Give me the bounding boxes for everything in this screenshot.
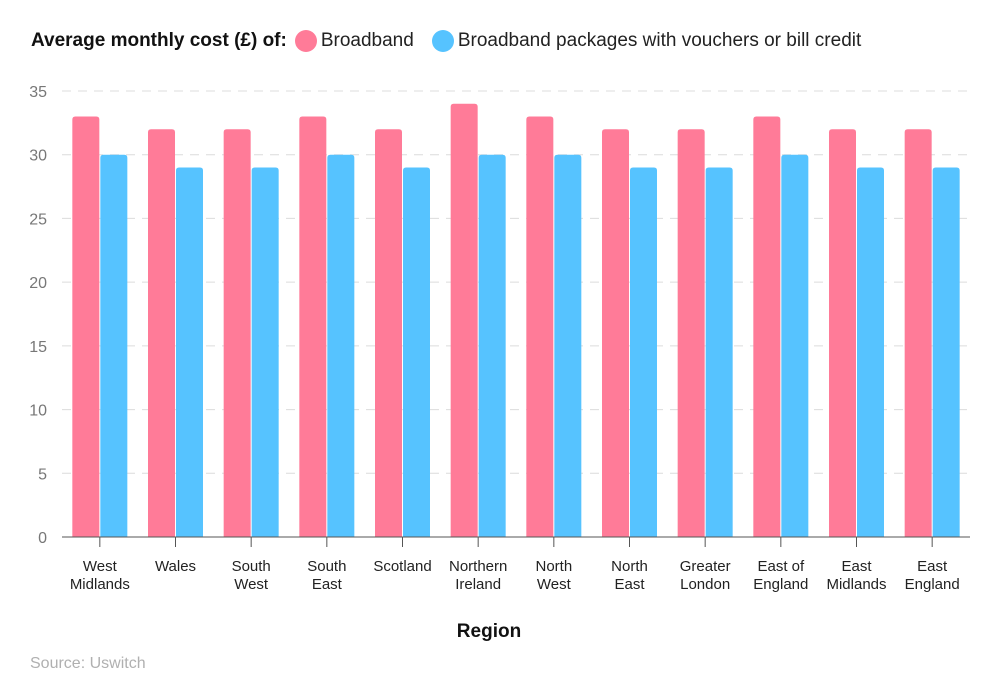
bar-broadband[interactable]	[753, 116, 781, 537]
y-axis-ticks: 0 5 10 15 20 25 30 35	[29, 84, 47, 547]
bar-broadband[interactable]	[375, 129, 402, 537]
bars	[72, 103, 960, 537]
y-tick-label: 10	[29, 403, 47, 420]
bar-vouchers[interactable]	[100, 154, 128, 537]
bar-vouchers[interactable]	[327, 154, 355, 537]
bar-broadband[interactable]	[223, 129, 251, 537]
y-tick-label: 30	[29, 148, 47, 165]
y-tick-label: 0	[38, 530, 47, 547]
x-tick-label: South West	[232, 558, 271, 593]
bar-broadband[interactable]	[829, 129, 856, 537]
y-tick-label: 35	[29, 84, 47, 101]
x-tick-label-line: London	[680, 576, 730, 593]
bar-broadband[interactable]	[526, 116, 554, 537]
bar-vouchers[interactable]	[176, 167, 203, 537]
x-tick-label-line: West	[83, 558, 118, 575]
x-tick-label-line: East	[614, 576, 645, 593]
bar-broadband[interactable]	[904, 129, 932, 537]
x-tick-label-line: North	[611, 558, 648, 575]
bar-vouchers[interactable]	[705, 167, 733, 537]
bar-vouchers[interactable]	[857, 167, 884, 537]
x-axis-title: Region	[457, 621, 521, 642]
x-tick-label: East England	[905, 558, 960, 593]
x-tick-label: Scotland	[373, 558, 431, 575]
x-tick-label-line: Midlands	[70, 576, 130, 593]
x-tick-label: South East	[307, 558, 346, 593]
x-tick-label: West Midlands	[70, 558, 130, 593]
x-tick-label-line: Northern	[449, 558, 507, 575]
source-note: Source: Uswitch	[30, 655, 146, 672]
bar-vouchers[interactable]	[251, 167, 279, 537]
x-tick-label-line: Scotland	[373, 558, 431, 575]
x-tick-label-line: South	[232, 558, 271, 575]
bar-vouchers[interactable]	[478, 154, 506, 537]
bar-vouchers[interactable]	[932, 167, 960, 537]
bar-vouchers[interactable]	[781, 154, 809, 537]
x-tick-label-line: Wales	[155, 558, 196, 575]
bar-chart: 05101520253035 West MidlandsWales South Wes…	[29, 84, 970, 642]
bar-vouchers[interactable]	[403, 167, 430, 537]
y-tick-label: 5	[38, 466, 47, 483]
bar-broadband[interactable]	[677, 129, 705, 537]
x-tick-label-line: East	[841, 558, 872, 575]
x-tick-label-line: Greater	[680, 558, 731, 575]
bar-broadband[interactable]	[148, 129, 175, 537]
x-axis: West MidlandsWales South WestSouth EastScotl…	[62, 536, 970, 593]
x-tick-label-line: East	[917, 558, 948, 575]
y-tick-label: 15	[29, 339, 47, 356]
x-tick-label-line: South	[307, 558, 346, 575]
y-tick-label: 25	[29, 211, 47, 228]
x-tick-label-line: West	[537, 576, 572, 593]
bar-vouchers[interactable]	[554, 154, 582, 537]
x-tick-label-line: East of	[757, 558, 805, 575]
x-tick-label-line: Ireland	[455, 576, 501, 593]
x-tick-label-line: England	[905, 576, 960, 593]
bar-vouchers[interactable]	[630, 167, 657, 537]
x-tick-label: Northern Ireland	[449, 558, 507, 593]
bar-broadband[interactable]	[602, 129, 629, 537]
bar-broadband[interactable]	[299, 116, 327, 537]
x-tick-label-line: North	[535, 558, 572, 575]
x-tick-label-line: England	[753, 576, 808, 593]
x-tick-label: East Midlands	[826, 558, 886, 593]
x-tick-label-line: West	[234, 576, 269, 593]
x-tick-label-line: East	[312, 576, 343, 593]
bar-broadband[interactable]	[450, 103, 478, 537]
x-tick-label: North West	[535, 558, 572, 593]
x-tick-label: East of England	[753, 558, 808, 593]
x-tick-label: Wales	[155, 558, 196, 575]
y-tick-label: 20	[29, 275, 47, 292]
bar-broadband[interactable]	[72, 116, 100, 537]
x-tick-label: Greater London	[680, 558, 731, 593]
x-tick-label-line: Midlands	[826, 576, 886, 593]
x-tick-label: North East	[611, 558, 648, 593]
